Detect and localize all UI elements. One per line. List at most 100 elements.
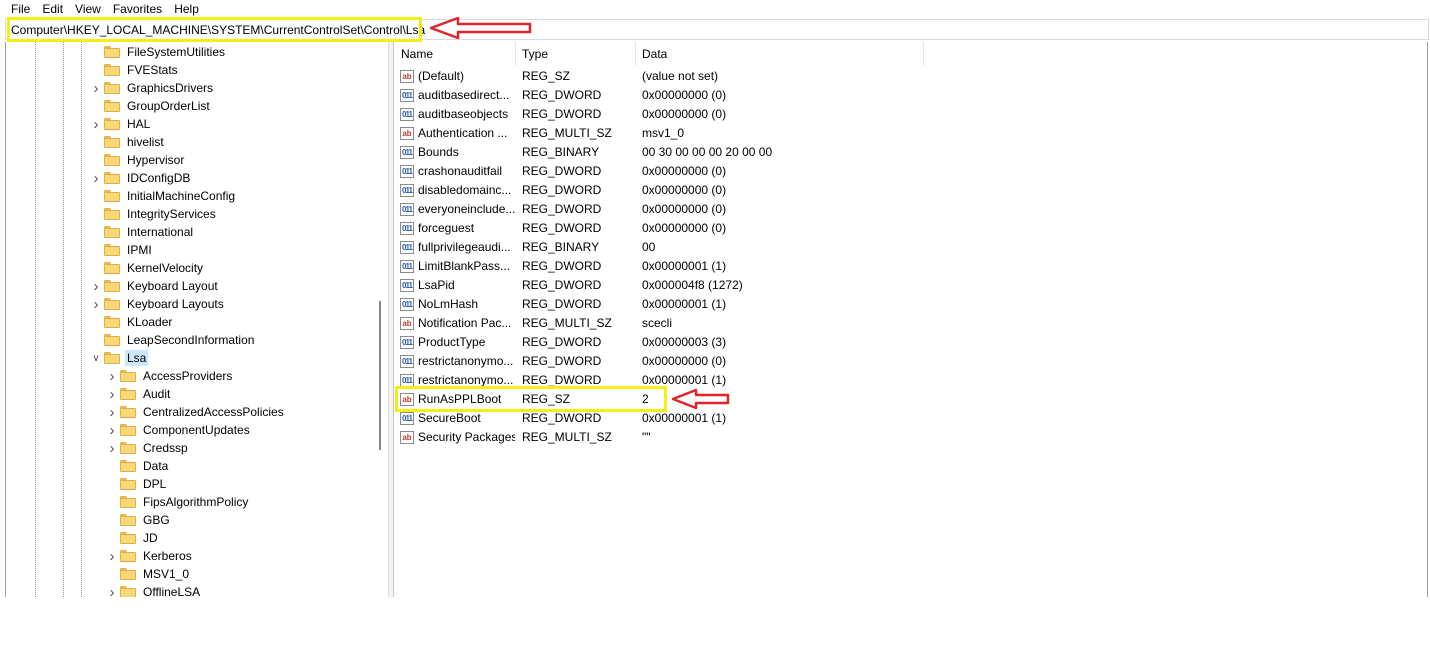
- tree-item[interactable]: DPL: [120, 475, 168, 493]
- menu-view[interactable]: View: [69, 0, 107, 18]
- tree-item-label: International: [127, 225, 194, 239]
- tree-item[interactable]: › Credssp: [110, 439, 190, 457]
- value-type-cell: REG_DWORD: [522, 202, 602, 216]
- tree-item[interactable]: GroupOrderList: [104, 97, 212, 115]
- tree-item[interactable]: › Audit: [110, 385, 172, 403]
- list-item[interactable]: ab Notification Pac... REG_MULTI_SZ scecli: [395, 314, 1427, 333]
- tree-item[interactable]: › Keyboard Layout: [94, 277, 220, 295]
- value-name-cell: ProductType: [418, 335, 486, 349]
- list-item[interactable]: ab RunAsPPLBoot REG_SZ 2: [395, 390, 1427, 409]
- list-item[interactable]: 011 LsaPid REG_DWORD 0x000004f8 (1272): [395, 276, 1427, 295]
- tree-item[interactable]: Hypervisor: [104, 151, 186, 169]
- tree-item[interactable]: KLoader: [104, 313, 174, 331]
- list-item[interactable]: 011 restrictanonymo... REG_DWORD 0x00000000…: [395, 352, 1427, 371]
- chevron-right-icon[interactable]: ›: [107, 367, 117, 385]
- list-item[interactable]: 011 crashonauditfail REG_DWORD 0x00000000 (…: [395, 162, 1427, 181]
- list-item[interactable]: 011 auditbaseobjects REG_DWORD 0x00000000 (…: [395, 105, 1427, 124]
- column-header-type[interactable]: Type: [516, 42, 636, 66]
- tree-item[interactable]: hivelist: [104, 133, 166, 151]
- folder-icon: [120, 514, 136, 526]
- tree-item[interactable]: › OfflineLSA: [110, 583, 202, 597]
- tree-item[interactable]: FipsAlgorithmPolicy: [120, 493, 250, 511]
- tree-item-label: KernelVelocity: [127, 261, 204, 275]
- chevron-right-icon[interactable]: ›: [91, 295, 101, 313]
- list-item[interactable]: ab Authentication ... REG_MULTI_SZ msv1_0: [395, 124, 1427, 143]
- tree-item[interactable]: › CentralizedAccessPolicies: [110, 403, 286, 421]
- tree-item-label: IPMI: [127, 243, 152, 257]
- tree-item[interactable]: › HAL: [94, 115, 152, 133]
- tree-item[interactable]: GBG: [120, 511, 172, 529]
- chevron-right-icon[interactable]: ›: [107, 439, 117, 457]
- tree-item[interactable]: JD: [120, 529, 160, 547]
- tree-item-label: Hypervisor: [127, 153, 185, 167]
- chevron-right-icon[interactable]: ›: [107, 583, 117, 598]
- menu-favorites[interactable]: Favorites: [107, 0, 168, 18]
- value-type-cell: REG_DWORD: [522, 335, 602, 349]
- list-item[interactable]: 011 forceguest REG_DWORD 0x00000000 (0): [395, 219, 1427, 238]
- tree-item[interactable]: FVEStats: [104, 61, 180, 79]
- chevron-right-icon[interactable]: ›: [91, 79, 101, 97]
- value-data-cell: 0x00000000 (0): [642, 88, 727, 102]
- tree-item[interactable]: LeapSecondInformation: [104, 331, 256, 349]
- tree-item[interactable]: › AccessProviders: [110, 367, 234, 385]
- list-item[interactable]: 011 LimitBlankPass... REG_DWORD 0x00000001 …: [395, 257, 1427, 276]
- folder-icon: [120, 370, 136, 382]
- list-item[interactable]: 011 disabledomainc... REG_DWORD 0x00000000 …: [395, 181, 1427, 200]
- pane-splitter[interactable]: [388, 42, 394, 597]
- tree-item-label: GroupOrderList: [127, 99, 210, 113]
- list-item[interactable]: 011 fullprivilegeaudi... REG_BINARY 00: [395, 238, 1427, 257]
- tree-item[interactable]: › Kerberos: [110, 547, 194, 565]
- chevron-right-icon[interactable]: ›: [91, 115, 101, 133]
- chevron-right-icon[interactable]: ›: [107, 421, 117, 439]
- tree-item[interactable]: IPMI: [104, 241, 154, 259]
- tree-item-label: JD: [143, 531, 158, 545]
- list-item[interactable]: 011 ProductType REG_DWORD 0x00000003 (3): [395, 333, 1427, 352]
- tree-item[interactable]: MSV1_0: [120, 565, 191, 583]
- list-item[interactable]: ab (Default) REG_SZ (value not set): [395, 67, 1427, 86]
- list-item[interactable]: ab Security Packages REG_MULTI_SZ "": [395, 428, 1427, 447]
- value-data-cell: (value not set): [642, 69, 719, 83]
- folder-icon: [104, 82, 120, 94]
- chevron-right-icon[interactable]: ›: [91, 169, 101, 187]
- chevron-right-icon[interactable]: ›: [107, 547, 117, 565]
- menu-file[interactable]: File: [0, 0, 36, 18]
- address-arrow-icon: [429, 16, 532, 40]
- tree-item[interactable]: InitialMachineConfig: [104, 187, 237, 205]
- chevron-down-icon[interactable]: ∨: [91, 349, 101, 367]
- tree-item[interactable]: KernelVelocity: [104, 259, 205, 277]
- menu-help[interactable]: Help: [168, 0, 205, 18]
- address-path[interactable]: Computer\HKEY_LOCAL_MACHINE\SYSTEM\Curre…: [11, 23, 425, 37]
- tree-item[interactable]: International: [104, 223, 195, 241]
- tree-item[interactable]: Data: [120, 457, 170, 475]
- tree-item-label: ComponentUpdates: [143, 423, 250, 437]
- list-item[interactable]: 011 everyoneinclude... REG_DWORD 0x00000000…: [395, 200, 1427, 219]
- value-name-cell: Authentication ...: [418, 126, 508, 140]
- list-item[interactable]: 011 NoLmHash REG_DWORD 0x00000001 (1): [395, 295, 1427, 314]
- chevron-right-icon[interactable]: ›: [107, 385, 117, 403]
- list-item[interactable]: 011 Bounds REG_BINARY 00 30 00 00 00 20 00 …: [395, 143, 1427, 162]
- binary-value-icon: 011: [400, 184, 414, 197]
- value-name-cell: SecureBoot: [418, 411, 481, 425]
- list-item[interactable]: 011 SecureBoot REG_DWORD 0x00000001 (1): [395, 409, 1427, 428]
- address-bar[interactable]: Computer\HKEY_LOCAL_MACHINE\SYSTEM\Curre…: [5, 19, 1429, 40]
- value-name-cell: restrictanonymo...: [418, 373, 514, 387]
- tree-item[interactable]: IntegrityServices: [104, 205, 218, 223]
- chevron-right-icon[interactable]: ›: [107, 403, 117, 421]
- chevron-right-icon[interactable]: ›: [91, 277, 101, 295]
- value-name-cell: auditbasedirect...: [418, 88, 510, 102]
- list-item[interactable]: 011 restrictanonymo... REG_DWORD 0x00000001…: [395, 371, 1427, 390]
- tree-item[interactable]: › Keyboard Layouts: [94, 295, 226, 313]
- tree-item[interactable]: › IDConfigDB: [94, 169, 192, 187]
- value-data-cell: 0x00000000 (0): [642, 107, 727, 121]
- menu-edit[interactable]: Edit: [36, 0, 69, 18]
- tree-item[interactable]: › GraphicsDrivers: [94, 79, 215, 97]
- tree-scrollbar-thumb[interactable]: [379, 301, 381, 450]
- column-header-data[interactable]: Data: [636, 42, 924, 66]
- folder-icon: [104, 136, 120, 148]
- tree-item[interactable]: FileSystemUtilities: [104, 43, 227, 61]
- tree-item[interactable]: ∨ Lsa: [92, 349, 149, 367]
- list-item[interactable]: 011 auditbasedirect... REG_DWORD 0x00000000…: [395, 86, 1427, 105]
- tree-item[interactable]: › ComponentUpdates: [110, 421, 252, 439]
- tree-item-label: FileSystemUtilities: [127, 45, 226, 59]
- column-header-name[interactable]: Name: [395, 42, 516, 66]
